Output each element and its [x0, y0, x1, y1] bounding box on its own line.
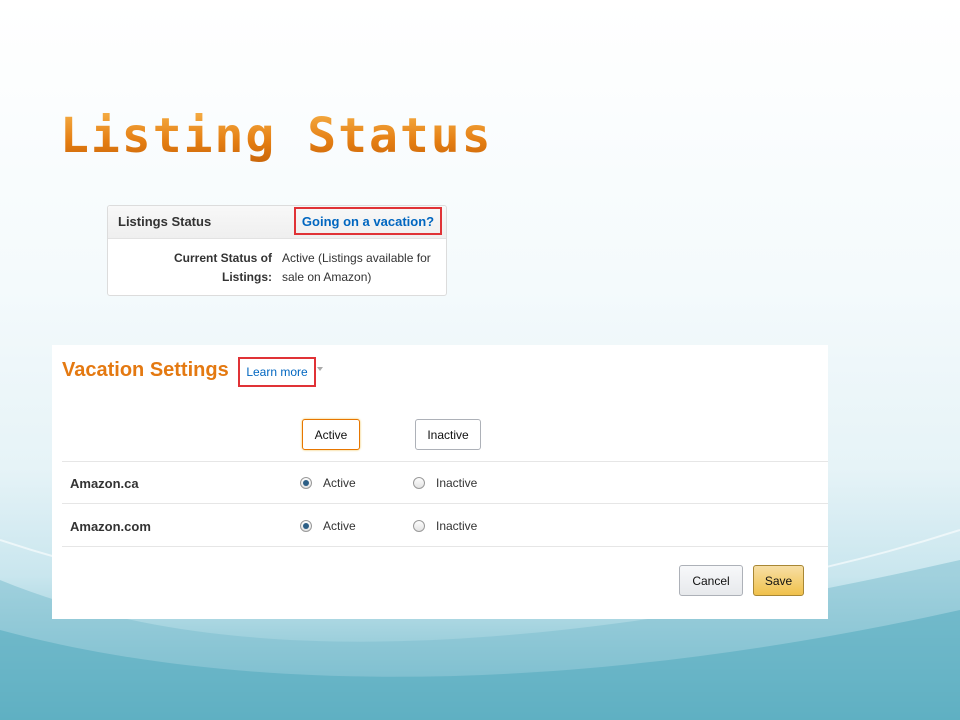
vacation-settings-title: Vacation Settings: [62, 359, 229, 381]
amazon-ca-active-label[interactable]: Active: [323, 476, 356, 490]
marketplace-name: Amazon.com: [70, 519, 151, 534]
current-status-label: Current Status of Listings:: [173, 251, 272, 284]
amazon-com-active-radio[interactable]: [300, 520, 312, 532]
set-all-inactive-button[interactable]: Inactive: [415, 419, 481, 450]
cancel-button[interactable]: Cancel: [679, 565, 743, 596]
amazon-ca-active-radio[interactable]: [300, 477, 312, 489]
divider: [62, 503, 828, 504]
set-all-active-button[interactable]: Active: [302, 419, 360, 450]
amazon-ca-inactive-radio[interactable]: [413, 477, 425, 489]
current-status-value: Active (Listings available for sale on A…: [282, 251, 431, 284]
marketplace-name: Amazon.ca: [70, 476, 139, 491]
amazon-com-inactive-label[interactable]: Inactive: [436, 519, 477, 533]
marketplace-row-amazon-com: Amazon.com Active Inactive: [62, 505, 828, 547]
learn-more-link[interactable]: Learn more: [238, 357, 316, 387]
amazon-com-inactive-radio[interactable]: [413, 520, 425, 532]
amazon-com-active-label[interactable]: Active: [323, 519, 356, 533]
amazon-ca-inactive-label[interactable]: Inactive: [436, 476, 477, 490]
divider: [62, 546, 828, 547]
slide-title: Listing Status: [60, 108, 493, 164]
vacation-settings-panel: Vacation Settings Learn more Active Inac…: [52, 345, 828, 619]
listings-status-panel: Listings Status Going on a vacation? Cur…: [107, 205, 447, 296]
save-button[interactable]: Save: [753, 565, 804, 596]
current-status-row: Current Status of Listings: Active (List…: [108, 239, 446, 296]
listings-status-title: Listings Status: [118, 214, 212, 229]
caret-down-icon[interactable]: [317, 367, 323, 371]
marketplace-row-amazon-ca: Amazon.ca Active Inactive: [62, 462, 828, 504]
going-on-vacation-link[interactable]: Going on a vacation?: [294, 207, 442, 235]
listings-status-header: Listings Status Going on a vacation?: [108, 206, 446, 239]
